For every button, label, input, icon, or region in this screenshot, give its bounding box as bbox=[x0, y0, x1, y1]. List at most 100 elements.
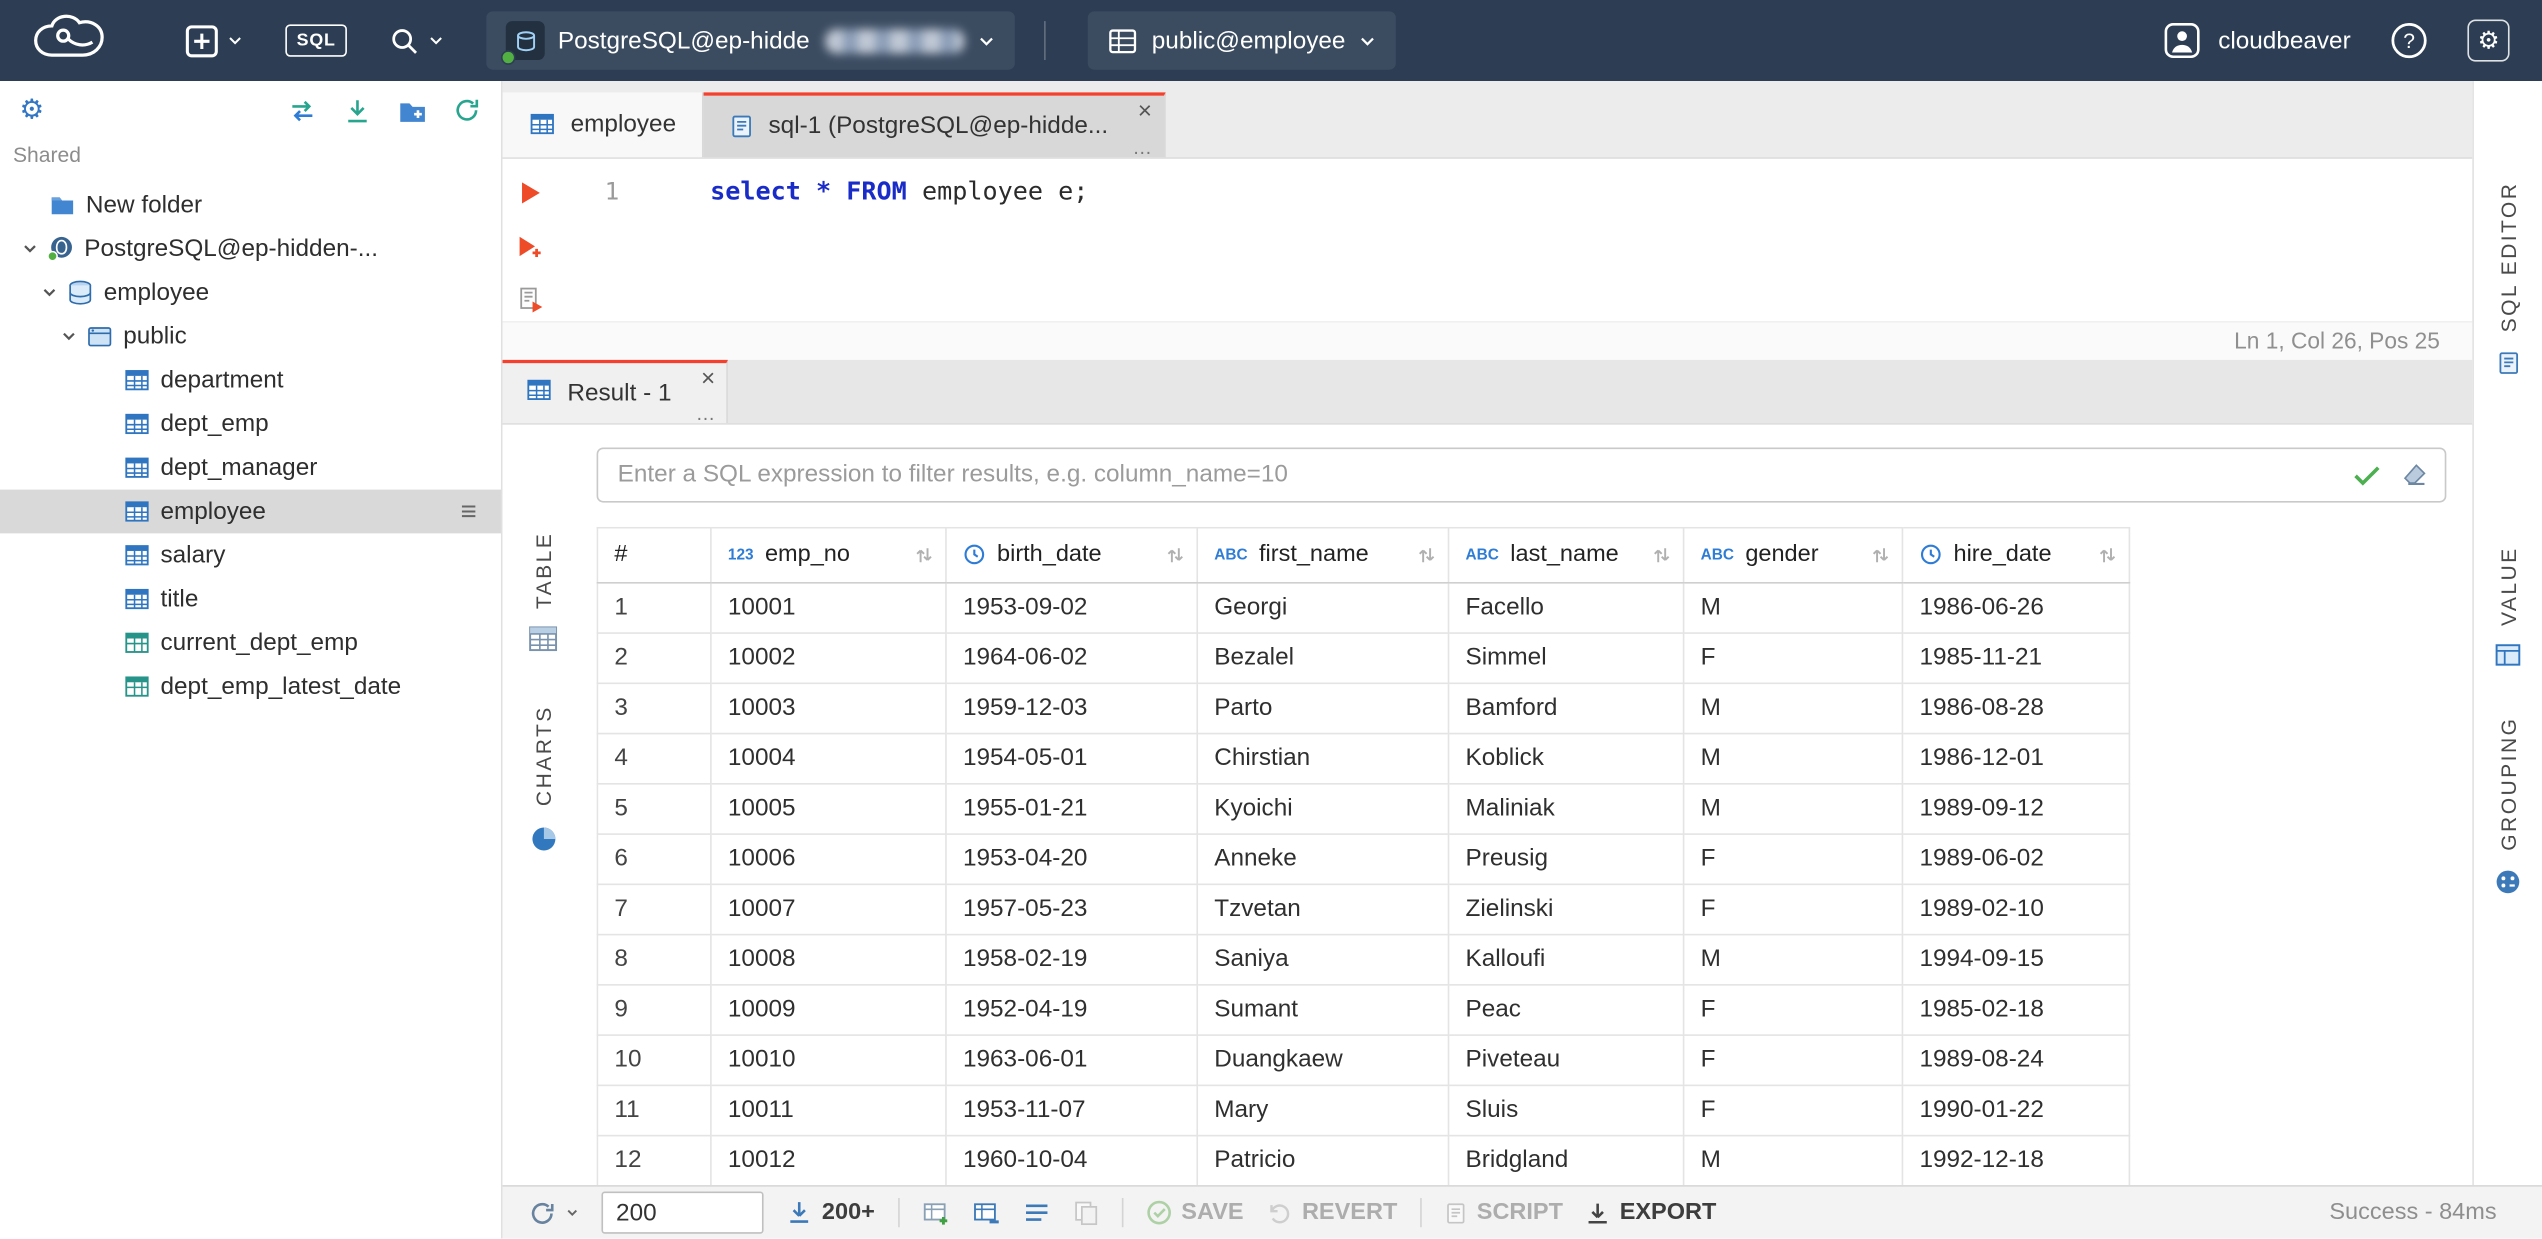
grid-cell[interactable]: 10006 bbox=[710, 832, 947, 885]
grid-cell[interactable]: Tzvetan bbox=[1196, 883, 1450, 936]
grid-cell[interactable]: 1955-01-21 bbox=[945, 782, 1199, 835]
grid-cell[interactable]: Peac bbox=[1447, 983, 1685, 1036]
grid-cell[interactable]: 1986-06-26 bbox=[1901, 581, 2131, 634]
grid-cell[interactable]: 10007 bbox=[710, 883, 947, 936]
grid-cell[interactable]: 1959-12-03 bbox=[945, 682, 1199, 734]
expand-chevron-icon[interactable] bbox=[39, 284, 60, 302]
sort-icon[interactable] bbox=[1652, 544, 1671, 565]
script-button[interactable]: SCRIPT bbox=[1444, 1200, 1563, 1226]
grid-cell[interactable]: M bbox=[1682, 732, 1904, 785]
grid-cell[interactable]: Sluis bbox=[1447, 1084, 1685, 1137]
grid-cell[interactable]: Anneke bbox=[1196, 832, 1450, 885]
expand-chevron-icon[interactable] bbox=[58, 327, 79, 345]
grid-cell[interactable]: Bridgland bbox=[1447, 1134, 1685, 1186]
sort-icon[interactable] bbox=[1166, 544, 1185, 565]
revert-button[interactable]: REVERT bbox=[1266, 1200, 1397, 1226]
grid-cell[interactable]: 10005 bbox=[710, 782, 947, 835]
grid-cell[interactable]: 1990-01-22 bbox=[1901, 1084, 2131, 1137]
grid-cell[interactable]: Kyoichi bbox=[1196, 782, 1450, 835]
grid-cell[interactable]: 10010 bbox=[710, 1033, 947, 1086]
open-sql-editor-button[interactable]: SQL bbox=[285, 11, 348, 69]
clear-filter-icon[interactable] bbox=[2401, 462, 2429, 488]
grid-cell[interactable]: 1963-06-01 bbox=[945, 1033, 1199, 1086]
grid-cell[interactable]: M bbox=[1682, 581, 1904, 634]
grid-cell[interactable]: 1964-06-02 bbox=[945, 631, 1199, 684]
tab-employee[interactable]: employee bbox=[502, 92, 704, 158]
tree-item-department[interactable]: department bbox=[0, 358, 501, 402]
grid-cell[interactable]: M bbox=[1682, 782, 1904, 835]
grid-cell[interactable]: Mary bbox=[1196, 1084, 1450, 1137]
save-button[interactable]: SAVE bbox=[1146, 1200, 1244, 1226]
settings-button[interactable]: ⚙ bbox=[2467, 19, 2510, 62]
grid-cell[interactable]: 10002 bbox=[710, 631, 947, 684]
column-header-emp_no[interactable]: 123 emp_no bbox=[710, 526, 947, 584]
grid-cell[interactable]: 10003 bbox=[710, 682, 947, 734]
grid-cell[interactable]: 1992-12-18 bbox=[1901, 1134, 2131, 1186]
sort-icon[interactable] bbox=[1871, 544, 1890, 565]
tab-menu-dots-icon[interactable]: … bbox=[1132, 136, 1151, 159]
help-button[interactable]: ? bbox=[2390, 21, 2429, 60]
grid-cell[interactable]: 10004 bbox=[710, 732, 947, 785]
grid-cell[interactable]: 1989-02-10 bbox=[1901, 883, 2131, 936]
grid-cell[interactable]: 1958-02-19 bbox=[945, 933, 1199, 986]
column-header-gender[interactable]: ABC gender bbox=[1682, 526, 1904, 584]
grid-cell[interactable]: 1989-08-24 bbox=[1901, 1033, 2131, 1086]
fetch-size-input[interactable] bbox=[601, 1191, 764, 1234]
grid-cell[interactable]: Simmel bbox=[1447, 631, 1685, 684]
tree-item-public[interactable]: public bbox=[0, 315, 501, 359]
grid-cell[interactable]: 10012 bbox=[710, 1134, 947, 1186]
grid-cell[interactable]: 10001 bbox=[710, 581, 947, 634]
execute-new-tab-button[interactable] bbox=[517, 233, 543, 259]
grid-cell[interactable]: Kalloufi bbox=[1447, 933, 1685, 986]
grid-cell[interactable]: M bbox=[1682, 933, 1904, 986]
grid-cell[interactable]: Piveteau bbox=[1447, 1033, 1685, 1086]
column-header-birth_date[interactable]: birth_date bbox=[945, 526, 1199, 584]
grid-cell[interactable]: F bbox=[1682, 983, 1904, 1036]
connection-selector[interactable]: PostgreSQL@ep-hidde bbox=[486, 11, 1016, 70]
sort-icon[interactable] bbox=[2098, 544, 2117, 565]
grid-cell[interactable]: 1953-11-07 bbox=[945, 1084, 1199, 1137]
sync-connections-icon[interactable] bbox=[287, 95, 318, 126]
code-editor-area[interactable]: select * FROM employee e; bbox=[635, 159, 2472, 321]
grid-cell[interactable]: F bbox=[1682, 1033, 1904, 1086]
fetch-more-button[interactable]: 200+ bbox=[786, 1200, 875, 1226]
grid-cell[interactable]: Georgi bbox=[1196, 581, 1450, 634]
cloudbeaver-logo-icon[interactable] bbox=[29, 13, 113, 68]
grid-cell[interactable]: 1957-05-23 bbox=[945, 883, 1199, 936]
sidebar-settings-gear-icon[interactable]: ⚙ bbox=[19, 94, 44, 126]
grid-cell[interactable]: 10009 bbox=[710, 983, 947, 1036]
apply-filter-icon[interactable] bbox=[2352, 463, 2381, 486]
grid-cell[interactable]: F bbox=[1682, 883, 1904, 936]
grid-cell[interactable]: 1953-09-02 bbox=[945, 581, 1199, 634]
grid-cell[interactable]: Preusig bbox=[1447, 832, 1685, 885]
collapse-all-icon[interactable] bbox=[342, 95, 373, 126]
row-drag-handle-icon[interactable]: ≡ bbox=[461, 495, 479, 527]
close-tab-icon[interactable]: × bbox=[701, 366, 715, 390]
tree-item-title[interactable]: title bbox=[0, 577, 501, 621]
sort-icon[interactable] bbox=[914, 544, 933, 565]
grid-cell[interactable]: Bezalel bbox=[1196, 631, 1450, 684]
tree-item-dept_emp[interactable]: dept_emp bbox=[0, 402, 501, 446]
grid-cell[interactable]: Koblick bbox=[1447, 732, 1685, 785]
tab-table-view[interactable]: TABLE bbox=[529, 531, 558, 660]
tab-charts-view[interactable]: CHARTS bbox=[529, 706, 557, 860]
refresh-result-button[interactable] bbox=[529, 1199, 579, 1227]
filter-input[interactable] bbox=[598, 460, 2333, 489]
grid-cell[interactable]: F bbox=[1682, 1084, 1904, 1137]
tab-grouping-panel[interactable]: GROUPING bbox=[2495, 717, 2521, 903]
schema-selector[interactable]: public@employee bbox=[1088, 11, 1396, 70]
grid-cell[interactable]: M bbox=[1682, 1134, 1904, 1186]
tab-value-panel[interactable]: VALUE bbox=[2495, 546, 2521, 674]
duplicate-row-button[interactable] bbox=[972, 1199, 1000, 1227]
grid-cell[interactable]: 1952-04-19 bbox=[945, 983, 1199, 1036]
tree-item-employee[interactable]: employee ≡ bbox=[0, 489, 501, 534]
refresh-tree-icon[interactable] bbox=[452, 96, 481, 125]
grid-cell[interactable]: Saniya bbox=[1196, 933, 1450, 986]
new-connection-button[interactable] bbox=[185, 11, 243, 69]
grid-cell[interactable]: Chirstian bbox=[1196, 732, 1450, 785]
grid-cell[interactable]: F bbox=[1682, 832, 1904, 885]
column-header-first_name[interactable]: ABC first_name bbox=[1196, 526, 1450, 584]
user-menu[interactable]: cloudbeaver bbox=[2163, 21, 2351, 60]
grid-cell[interactable]: 1960-10-04 bbox=[945, 1134, 1199, 1186]
grid-cell[interactable]: 1954-05-01 bbox=[945, 732, 1199, 785]
